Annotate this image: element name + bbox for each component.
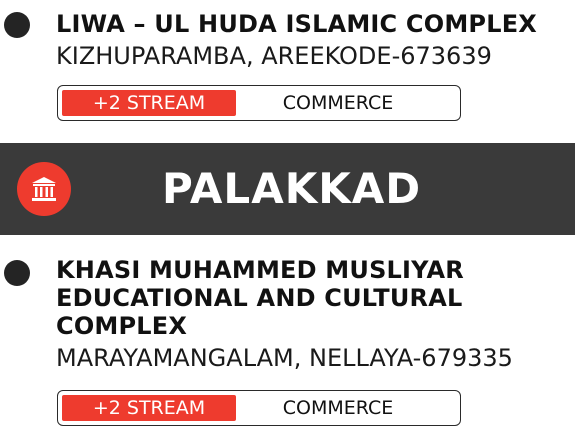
stream-badge: +2 STREAM xyxy=(62,90,236,116)
course-label: COMMERCE xyxy=(282,397,394,419)
course-tag: +2 STREAM COMMERCE xyxy=(57,85,461,121)
institution-name-line: KHASI MUHAMMED MUSLIYAR xyxy=(56,256,464,284)
district-title: PALAKKAD xyxy=(162,164,422,213)
stream-badge: +2 STREAM xyxy=(62,395,236,421)
institution-icon xyxy=(17,162,71,216)
institution-name-line: EDUCATIONAL AND CULTURAL xyxy=(56,284,463,312)
institution-name: LIWA – UL HUDA ISLAMIC COMPLEX xyxy=(56,10,538,38)
course-label: COMMERCE xyxy=(282,92,394,114)
bullet-icon xyxy=(4,12,30,38)
institution-name-line: COMPLEX xyxy=(56,312,188,340)
institution-address: KIZHUPARAMBA, AREEKODE-673639 xyxy=(56,42,492,70)
bullet-icon xyxy=(4,260,30,286)
district-header: PALAKKAD xyxy=(0,143,575,235)
course-tag: +2 STREAM COMMERCE xyxy=(57,390,461,426)
institution-address: MARAYAMANGALAM, NELLAYA-679335 xyxy=(56,344,513,372)
